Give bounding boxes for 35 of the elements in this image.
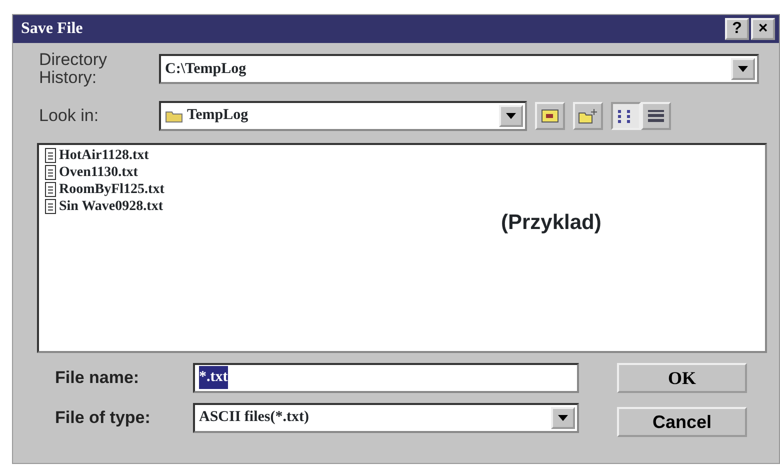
new-folder-icon bbox=[578, 108, 598, 124]
new-folder-button[interactable] bbox=[573, 102, 603, 130]
caret-icon bbox=[558, 414, 568, 421]
file-item[interactable]: RoomByFl125.txt bbox=[59, 180, 164, 198]
window-title: Save File bbox=[21, 19, 83, 39]
details-view-icon bbox=[647, 108, 665, 123]
file-item[interactable]: Oven1130.txt bbox=[59, 164, 138, 181]
file-item[interactable]: Sin Wave0928.txt bbox=[59, 198, 163, 215]
document-icon bbox=[45, 164, 56, 180]
directory-history-field[interactable]: C:\TempLog bbox=[159, 54, 759, 84]
list-view-button[interactable] bbox=[611, 102, 641, 130]
dropdown-button[interactable] bbox=[499, 104, 523, 127]
document-icon bbox=[45, 198, 56, 214]
up-folder-button[interactable] bbox=[535, 102, 565, 130]
field-label: File name: bbox=[55, 368, 140, 387]
details-view-button[interactable] bbox=[641, 102, 671, 130]
document-icon bbox=[45, 148, 56, 163]
field-label: Directory History: bbox=[39, 51, 108, 87]
close-button[interactable]: × bbox=[751, 18, 775, 40]
field-label: Look in: bbox=[39, 106, 100, 125]
file-name-field[interactable]: *.txt bbox=[193, 362, 579, 393]
caption-text: (Przyklad) bbox=[501, 210, 602, 236]
dropdown-button[interactable] bbox=[731, 58, 755, 80]
look-in-field[interactable]: TempLog bbox=[159, 100, 527, 131]
cancel-button[interactable]: Cancel bbox=[617, 406, 747, 437]
file-type-field[interactable]: ASCII files(*.txt) bbox=[193, 402, 579, 433]
ok-button[interactable]: OK bbox=[617, 362, 747, 393]
document-icon bbox=[45, 182, 56, 197]
field-label: File of type: bbox=[55, 408, 152, 427]
caret-icon bbox=[506, 112, 516, 119]
help-button[interactable]: ? bbox=[725, 18, 749, 40]
file-item[interactable]: HotAir1128.txt bbox=[59, 146, 149, 164]
dropdown-button[interactable] bbox=[551, 406, 575, 429]
file-list[interactable]: HotAir1128.txt Oven1130.txt RoomByFl125.txt Sin Wave0928.txt (Przyklad) bbox=[37, 142, 767, 353]
caret-icon bbox=[738, 66, 748, 72]
